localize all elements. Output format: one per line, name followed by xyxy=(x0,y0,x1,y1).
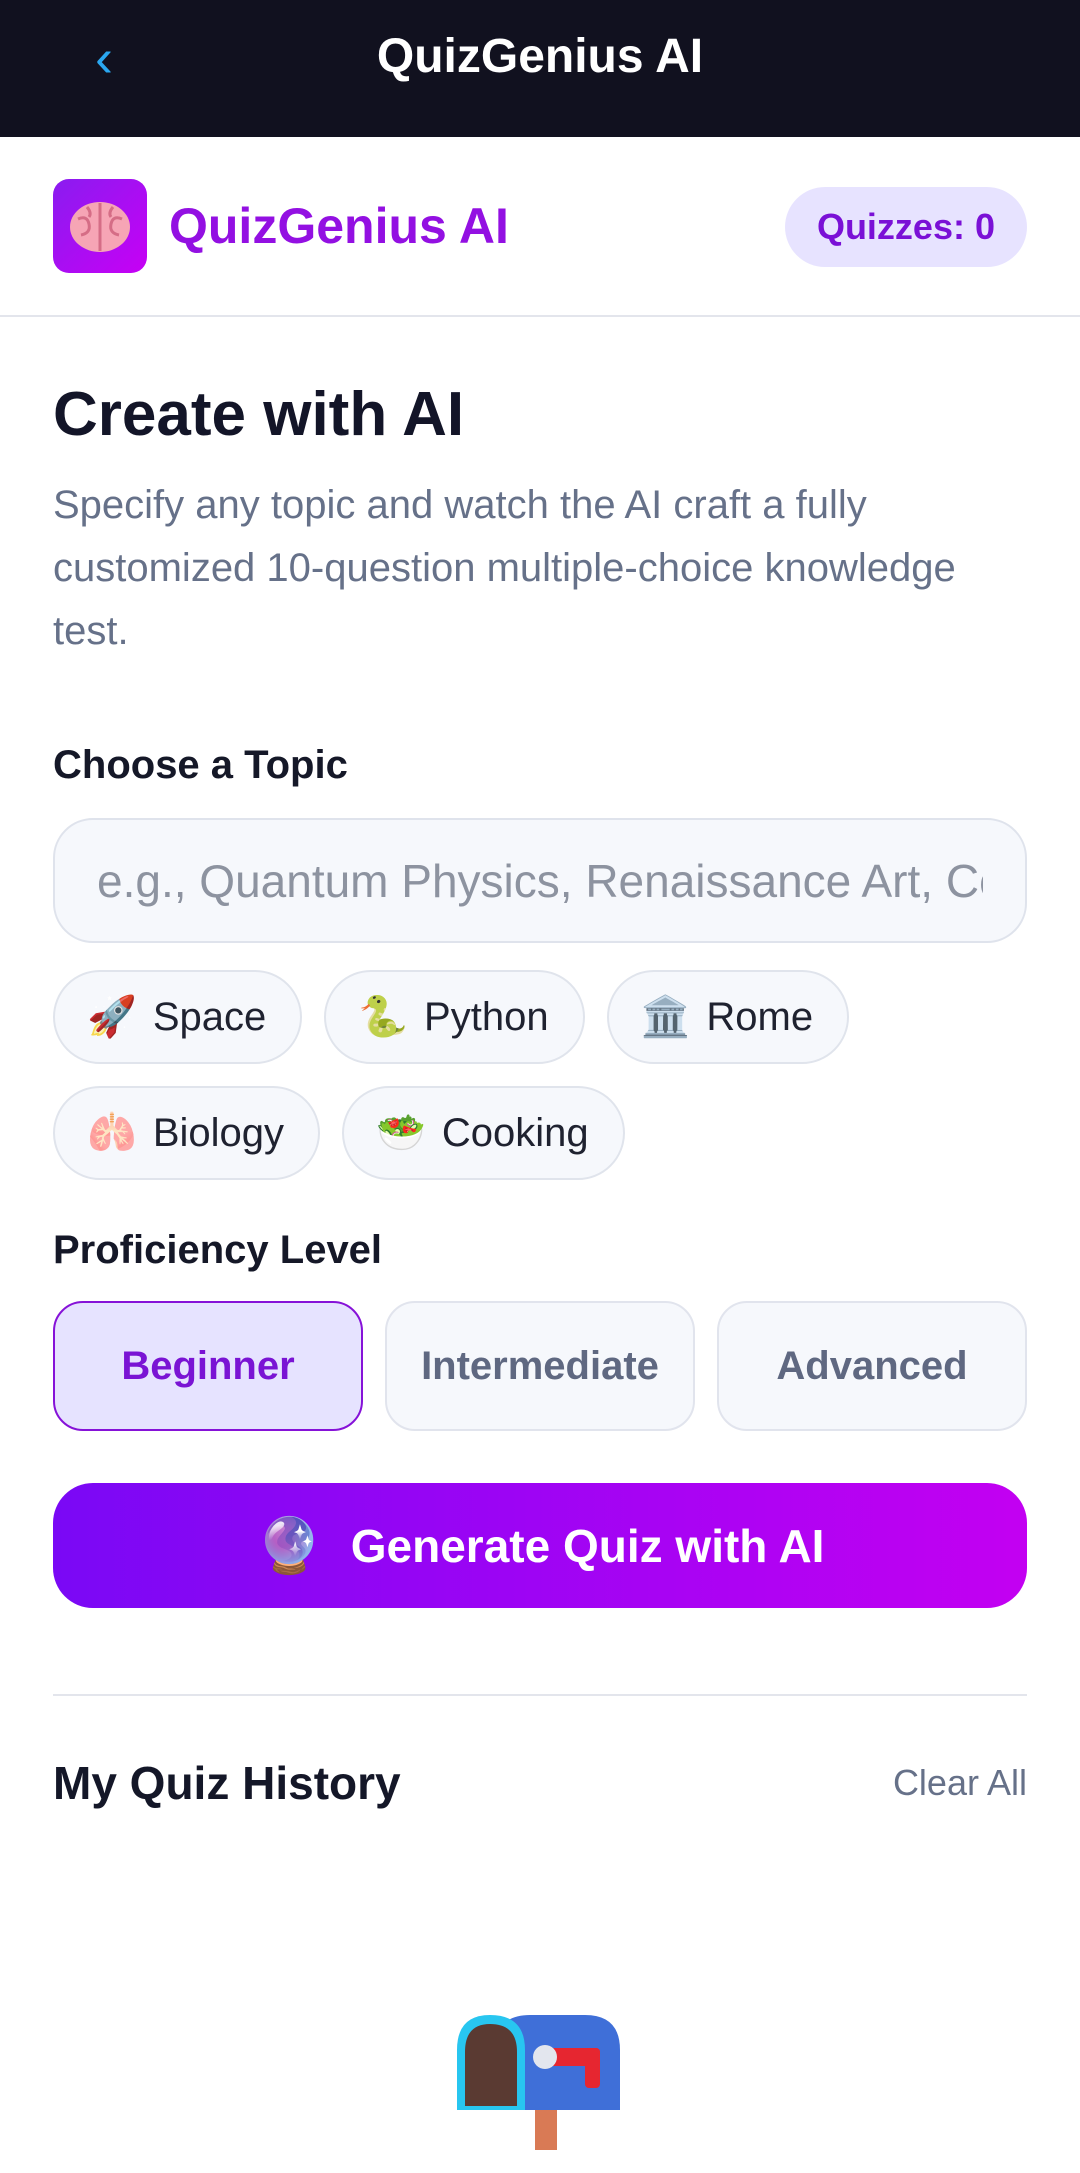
app-header: QuizGenius AI Quizzes: 0 xyxy=(0,137,1080,317)
crystal-ball-icon: 🔮 xyxy=(255,1515,323,1576)
chip-space[interactable]: 🚀 Space xyxy=(53,970,303,1064)
proficiency-options: Beginner Intermediate Advanced xyxy=(53,1301,1027,1431)
brand-name: QuizGenius AI xyxy=(169,198,509,254)
app-top-bar: ‹ QuizGenius AI xyxy=(0,0,1080,137)
mailbox-icon xyxy=(457,2015,620,2150)
quiz-count-badge: Quizzes: 0 xyxy=(784,187,1027,267)
topic-label: Choose a Topic xyxy=(53,743,348,787)
level-beginner-button[interactable]: Beginner xyxy=(53,1301,363,1431)
salad-icon: 🥗 xyxy=(376,1111,426,1155)
chip-cooking[interactable]: 🥗 Cooking xyxy=(342,1086,625,1180)
topic-input[interactable] xyxy=(53,818,1027,943)
chip-label: Rome xyxy=(706,994,814,1039)
topic-chips: 🚀 Space 🐍 Python 🏛️ Rome 🫁 Biology 🥗 Coo… xyxy=(53,970,1027,1180)
snake-icon: 🐍 xyxy=(358,995,409,1039)
chip-label: Biology xyxy=(152,1110,285,1155)
proficiency-label: Proficiency Level xyxy=(53,1228,383,1272)
generate-quiz-button[interactable]: 🔮 Generate Quiz with AI xyxy=(53,1483,1027,1608)
level-intermediate-button[interactable]: Intermediate xyxy=(385,1301,695,1431)
classical-building-icon: 🏛️ xyxy=(640,995,691,1039)
generate-label: Generate Quiz with AI xyxy=(350,1519,825,1572)
history-header: My Quiz History Clear All xyxy=(53,1756,1027,1810)
lungs-icon: 🫁 xyxy=(87,1111,137,1155)
chip-label: Python xyxy=(424,994,549,1039)
chip-python[interactable]: 🐍 Python xyxy=(324,970,585,1064)
divider xyxy=(53,1694,1027,1696)
back-button[interactable]: ‹ xyxy=(84,28,124,88)
section-title: Create with AI xyxy=(53,380,465,449)
rocket-icon: 🚀 xyxy=(87,995,137,1039)
app-bar-title: QuizGenius AI xyxy=(376,30,704,83)
chip-biology[interactable]: 🫁 Biology xyxy=(53,1086,321,1180)
section-description: Specify any topic and watch the AI craft… xyxy=(53,483,956,653)
chip-rome[interactable]: 🏛️ Rome xyxy=(606,970,850,1064)
main-content: Create with AI Specify any topic and wat… xyxy=(0,379,1080,2150)
empty-history xyxy=(53,2010,1027,2150)
chevron-left-icon: ‹ xyxy=(95,28,113,88)
level-advanced-button[interactable]: Advanced xyxy=(717,1301,1027,1431)
brain-icon xyxy=(53,179,147,273)
history-title: My Quiz History xyxy=(53,1757,401,1809)
chip-label: Space xyxy=(152,994,267,1039)
chip-label: Cooking xyxy=(441,1110,589,1155)
clear-all-button[interactable]: Clear All xyxy=(893,1762,1027,1804)
